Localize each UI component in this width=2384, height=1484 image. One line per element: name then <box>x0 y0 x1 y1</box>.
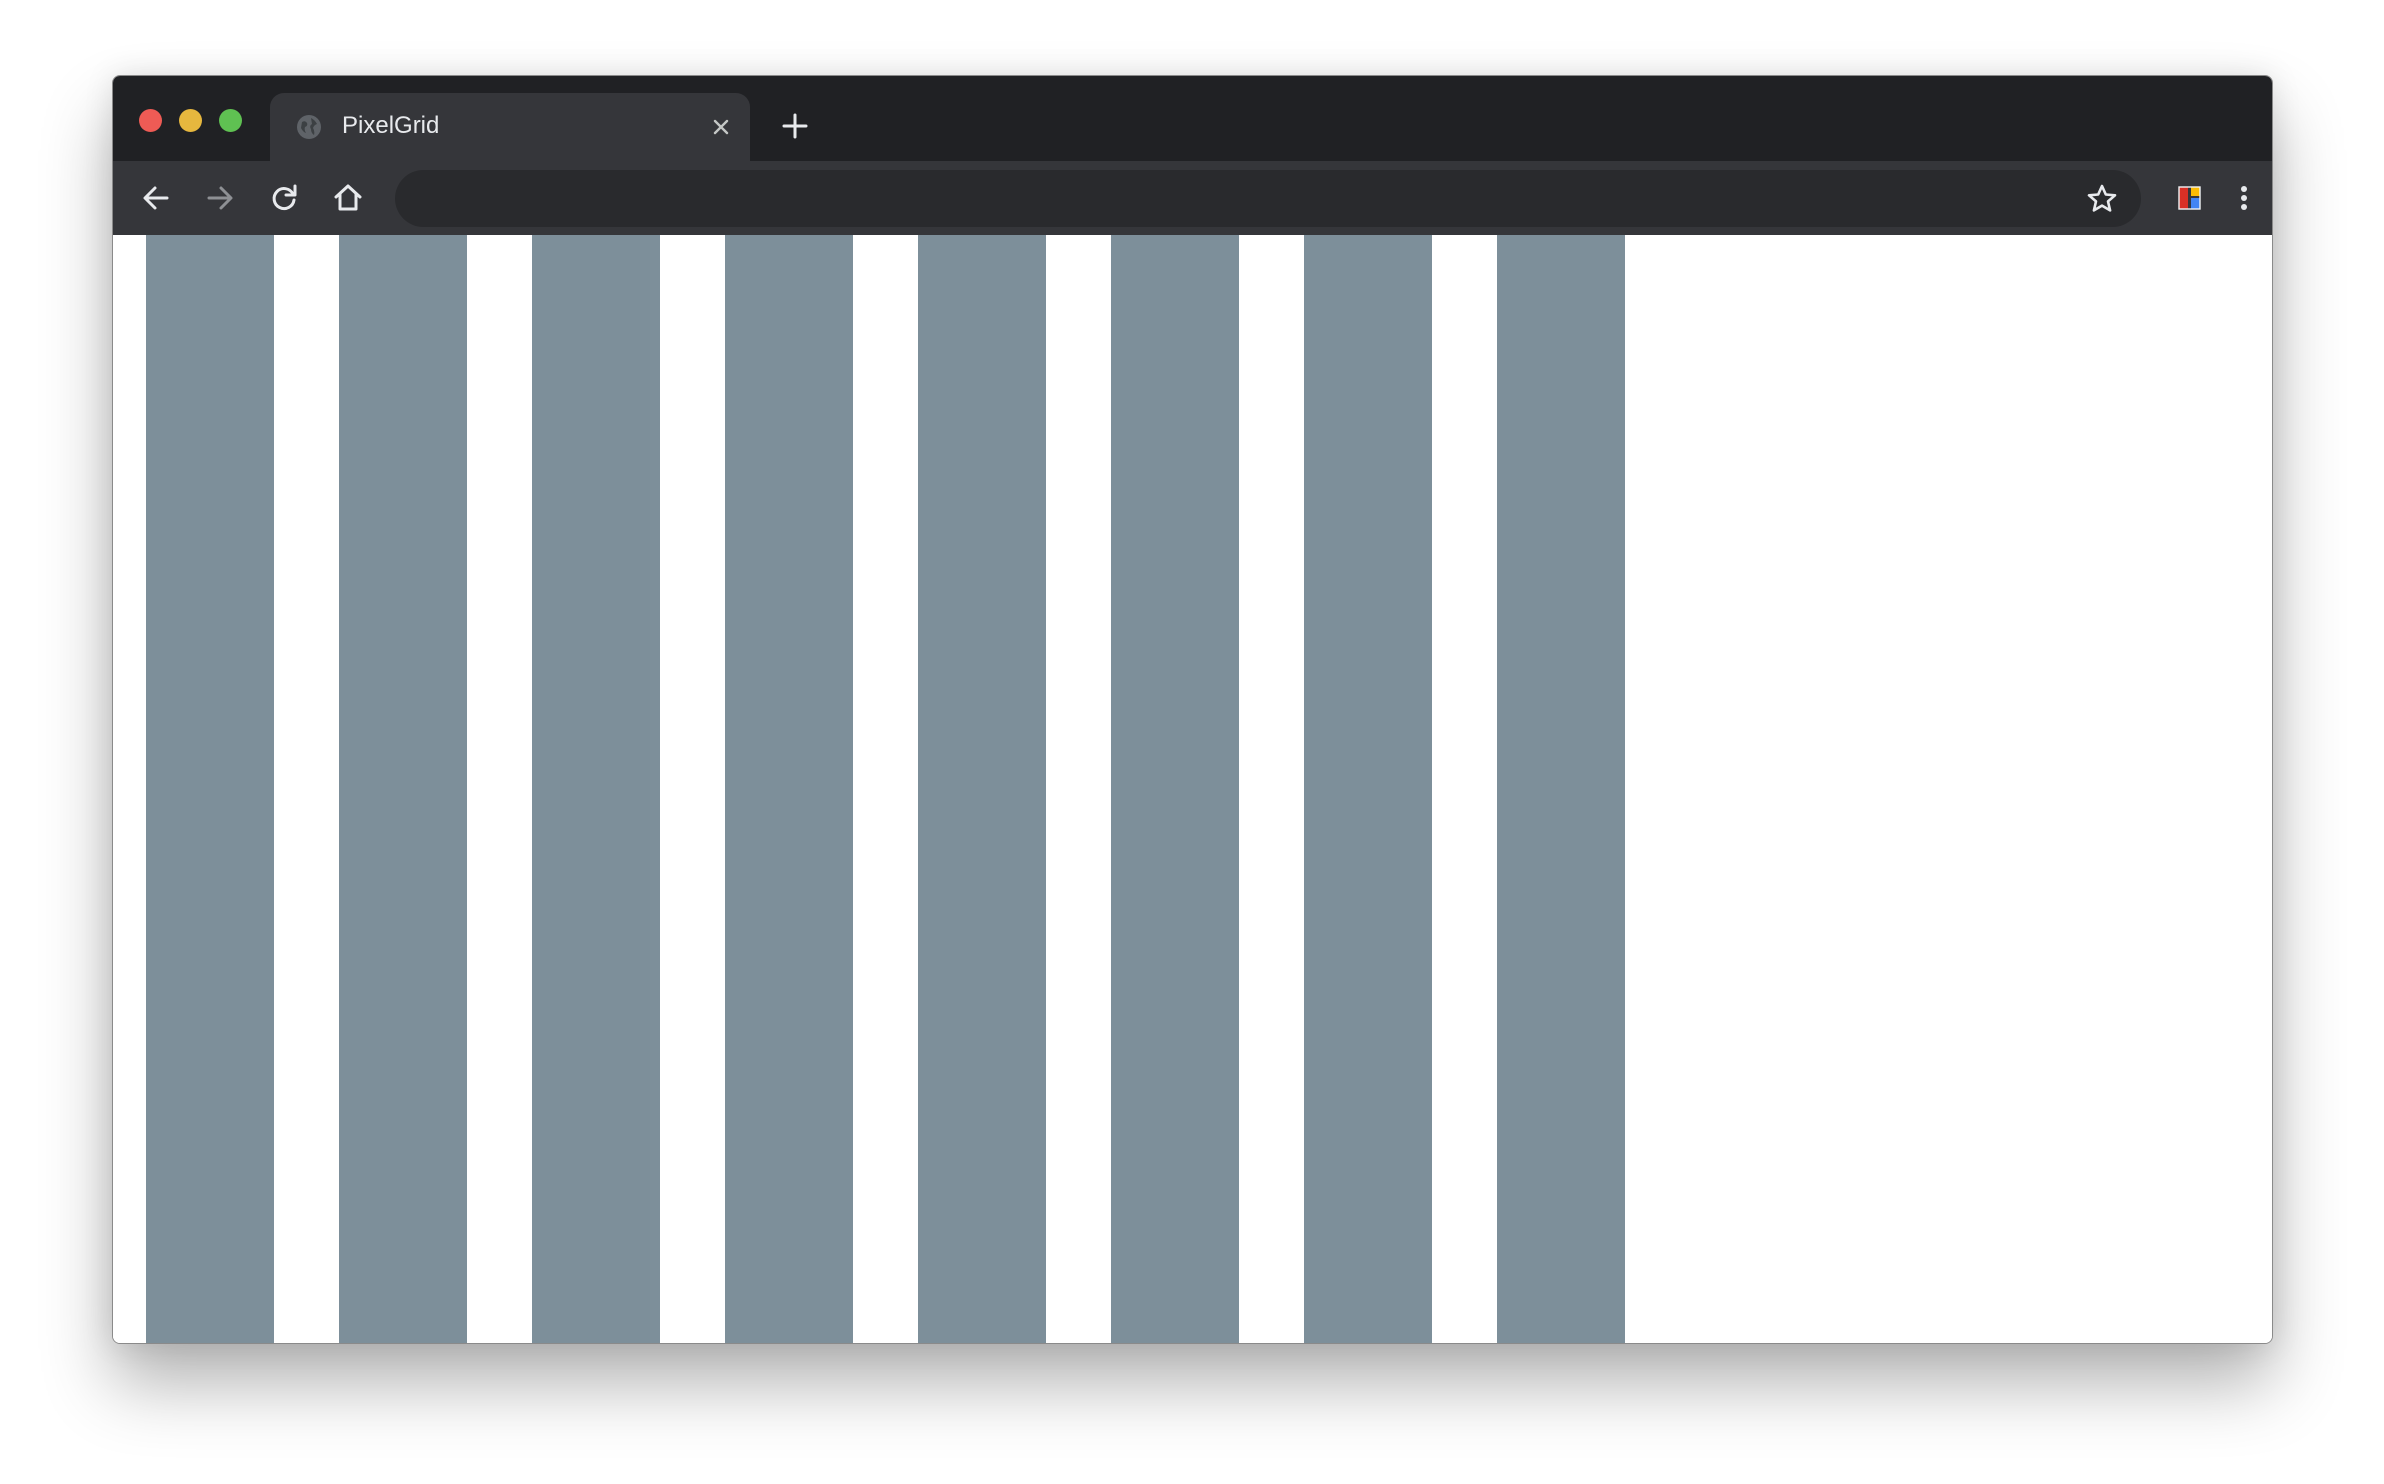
grid-column <box>1304 235 1432 1343</box>
address-input[interactable] <box>425 170 2049 229</box>
close-icon[interactable] <box>707 113 735 141</box>
bookmark-button[interactable] <box>2084 181 2120 217</box>
browser-window: PixelGrid <box>112 75 2273 1344</box>
window-minimize-button[interactable] <box>179 109 202 132</box>
arrow-right-icon <box>207 186 233 210</box>
grid-column <box>532 235 660 1343</box>
window-close-button[interactable] <box>139 109 162 132</box>
title-bar: PixelGrid <box>113 76 2272 161</box>
plus-icon <box>782 113 808 139</box>
grid-column <box>1497 235 1625 1343</box>
grid-column <box>146 235 274 1343</box>
window-zoom-button[interactable] <box>219 109 242 132</box>
page-content <box>113 235 2272 1343</box>
tab-title: PixelGrid <box>342 112 440 139</box>
new-tab-button[interactable] <box>779 110 811 142</box>
tab-pixelgrid[interactable]: PixelGrid <box>270 93 750 161</box>
grid-column <box>918 235 1046 1343</box>
grid-column <box>339 235 467 1343</box>
extension-button[interactable] <box>2172 180 2208 216</box>
back-button[interactable] <box>138 180 174 216</box>
grid-column <box>725 235 853 1343</box>
address-bar[interactable] <box>395 170 2141 229</box>
grid-column <box>1111 235 1239 1343</box>
browser-menu-button[interactable] <box>2226 180 2262 216</box>
reload-button[interactable] <box>266 180 302 216</box>
reload-icon <box>272 184 297 210</box>
home-button[interactable] <box>330 180 366 216</box>
extension-icon <box>2178 186 2201 210</box>
star-icon <box>2087 184 2117 212</box>
kebab-menu-icon <box>2241 186 2247 210</box>
toolbar <box>113 161 2272 235</box>
arrow-left-icon <box>143 186 169 210</box>
forward-button[interactable] <box>202 180 238 216</box>
home-icon <box>334 184 362 211</box>
globe-icon <box>295 113 323 141</box>
